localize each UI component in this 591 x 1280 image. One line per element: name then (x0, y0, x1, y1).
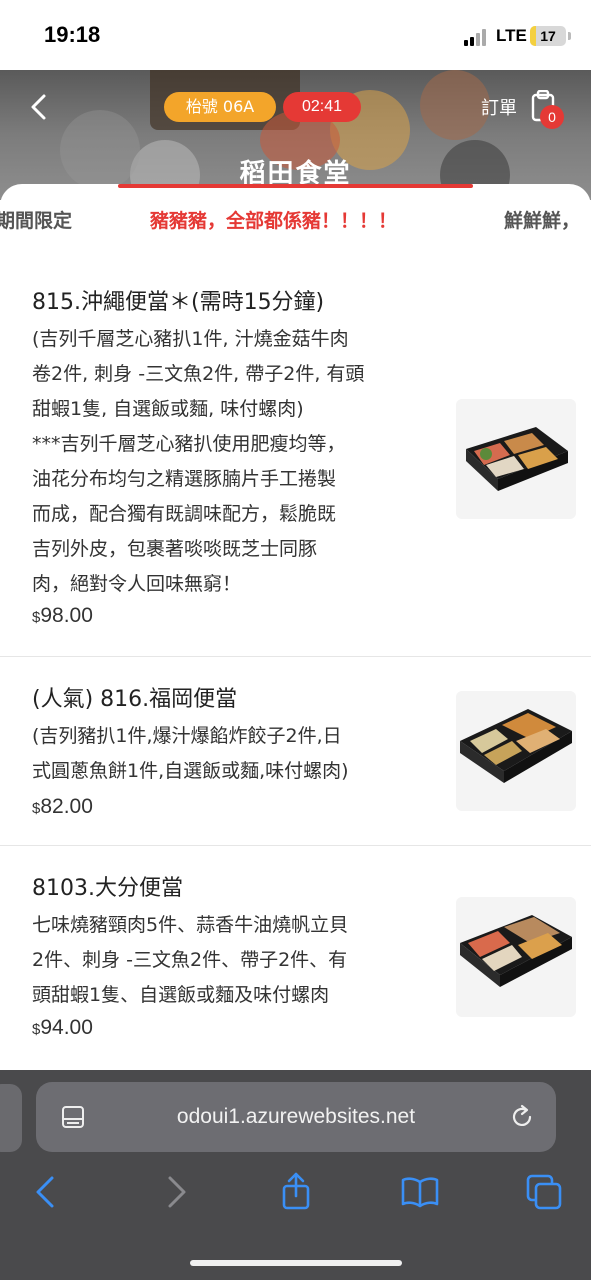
status-time: 19:18 (44, 22, 101, 47)
item-name: 8103.大分便當 (32, 876, 183, 901)
item-price: $82.00 (32, 795, 93, 818)
item-description: (吉列豬扒1件,爆汁爆餡炸餃子2件,日 式圓蔥魚餅1件,自選飯或麵,味付螺肉) (32, 725, 349, 782)
bento-image[interactable] (456, 897, 576, 1017)
header-banner: 枱號 06A 02:41 訂單 0 稻田食堂 (0, 70, 591, 200)
browser-toolbar: odoui1.azurewebsites.net (0, 1070, 591, 1280)
battery-level: 17 (540, 28, 556, 44)
forward-icon[interactable] (156, 1172, 196, 1212)
table-number-badge: 枱號 06A (164, 92, 276, 122)
back-icon[interactable] (26, 1172, 66, 1212)
menu-list: 815.沖繩便當＊(需時15分鐘) (吉列千層芝心豬扒1件, 汁燒金菇牛肉 卷2… (0, 264, 591, 1071)
order-count-badge: 0 (540, 105, 564, 129)
status-bar: 19:18 LTE 17 (0, 0, 591, 70)
header-underline (118, 184, 473, 188)
home-indicator (190, 1260, 402, 1266)
battery-icon: 17 (530, 26, 566, 46)
address-bar[interactable]: odoui1.azurewebsites.net (36, 1082, 556, 1152)
item-name: 815.沖繩便當＊(需時15分鐘) (32, 290, 325, 315)
url-text[interactable]: odoui1.azurewebsites.net (36, 1082, 556, 1152)
timer-badge: 02:41 (283, 92, 361, 122)
tab-limited[interactable]: 期間限定 (0, 206, 72, 233)
bookmarks-icon[interactable] (400, 1172, 440, 1212)
back-arrow-icon[interactable] (24, 92, 54, 122)
reload-icon[interactable] (508, 1103, 536, 1131)
bento-image[interactable] (456, 399, 576, 519)
tab-pork[interactable]: 豬豬豬，全部都係豬！！！！ (150, 206, 397, 233)
item-price: $94.00 (32, 1016, 93, 1039)
item-description: (吉列千層芝心豬扒1件, 汁燒金菇牛肉 卷2件, 刺身 -三文魚2件, 帶子2件… (32, 328, 365, 595)
menu-item[interactable]: (人氣) 816.福岡便當 (吉列豬扒1件,爆汁爆餡炸餃子2件,日 式圓蔥魚餅1… (0, 657, 591, 846)
menu-sheet: 期間限定 豬豬豬，全部都係豬！！！！ 鮮鮮鮮， 815.沖繩便當＊(需時15分鐘… (0, 184, 591, 1084)
item-price: $98.00 (32, 604, 93, 627)
signal-icon (464, 28, 490, 46)
tab-fresh[interactable]: 鮮鮮鮮， (504, 206, 580, 233)
category-tabs: 期間限定 豬豬豬，全部都係豬！！！！ 鮮鮮鮮， (0, 206, 591, 236)
menu-item[interactable]: 815.沖繩便當＊(需時15分鐘) (吉列千層芝心豬扒1件, 汁燒金菇牛肉 卷2… (0, 264, 591, 657)
menu-item[interactable]: 8103.大分便當 七味燒豬頸肉5件、蒜香牛油燒帆立貝 2件、刺身 -三文魚2件… (0, 846, 591, 1071)
share-icon[interactable] (276, 1172, 316, 1212)
bento-image[interactable] (456, 691, 576, 811)
network-label: LTE (496, 26, 527, 45)
order-button[interactable]: 訂單 (481, 94, 517, 120)
tabs-icon[interactable] (524, 1172, 564, 1212)
item-description: 七味燒豬頸肉5件、蒜香牛油燒帆立貝 2件、刺身 -三文魚2件、帶子2件、有 頭甜… (32, 914, 349, 1006)
previous-tab-peek[interactable] (0, 1084, 22, 1152)
item-name: (人氣) 816.福岡便當 (32, 687, 238, 712)
